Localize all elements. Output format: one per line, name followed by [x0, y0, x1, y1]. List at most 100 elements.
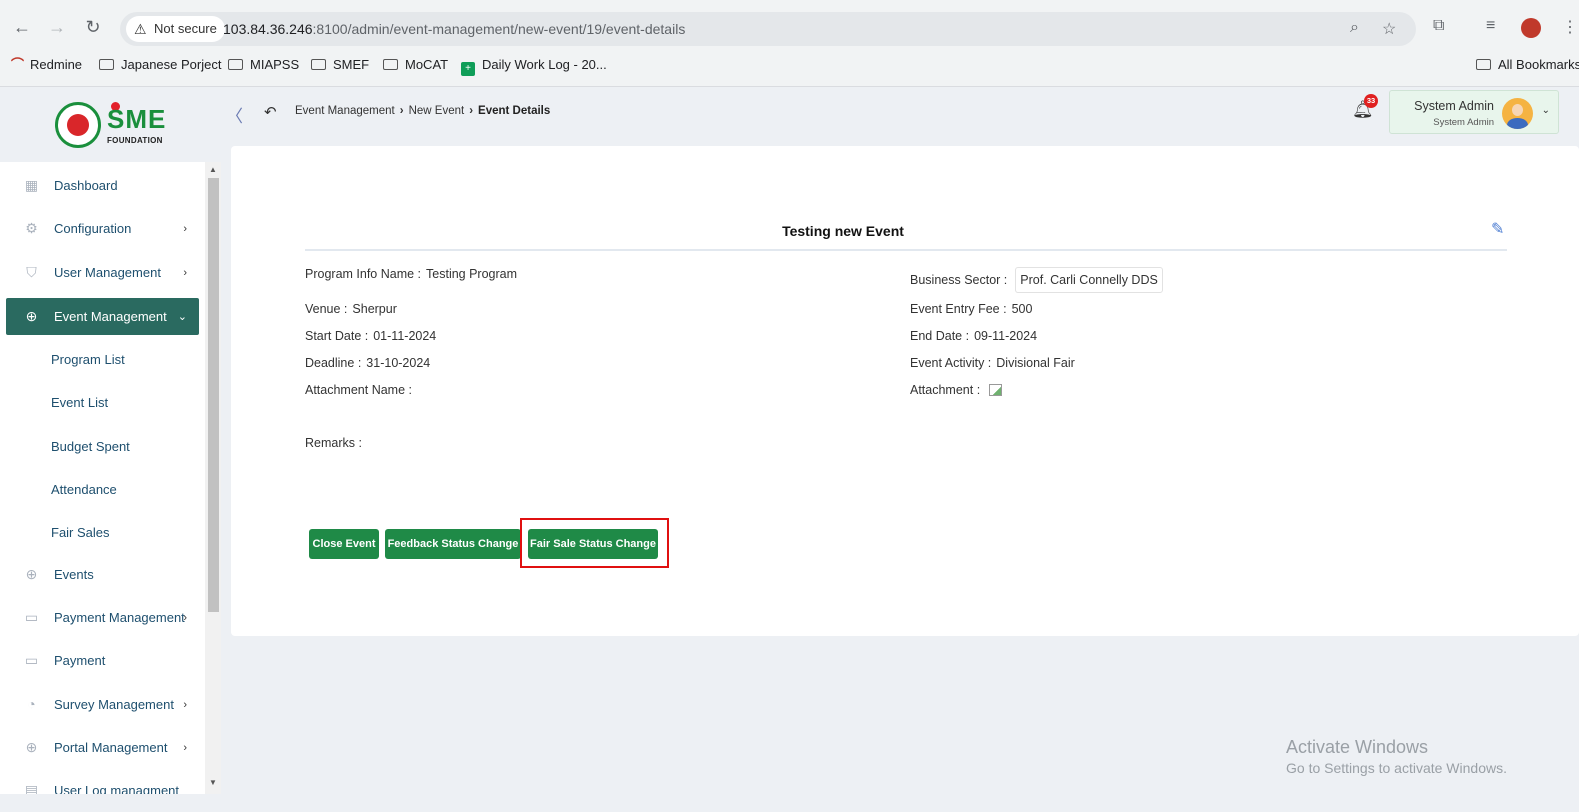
profile-icon[interactable] [1521, 18, 1541, 38]
sidebar-item-events[interactable]: ⊕ Events [6, 556, 199, 593]
field-label: Business Sector : [910, 273, 1008, 287]
bookmark-label: MIAPSS [250, 57, 300, 72]
bookmark-redmine[interactable]: ⌒ Redmine [11, 53, 82, 77]
money-icon: ▭ [24, 652, 39, 668]
broken-image-icon[interactable] [989, 384, 1003, 396]
business-sector-value: Prof. Carli Connelly DDS [1015, 267, 1163, 293]
user-role: System Admin [1433, 117, 1494, 128]
extensions-icon[interactable]: ⧉ [1433, 17, 1444, 35]
security-label: Not secure [154, 21, 217, 36]
bookmark-daily-work-log[interactable]: + Daily Work Log - 20... [461, 53, 607, 77]
sidebar-item-label: Payment Management [54, 610, 185, 625]
sidebar-item-label: Configuration [54, 221, 132, 236]
breadcrumb-new-event[interactable]: New Event [409, 105, 465, 117]
field-value: Sherpur [352, 302, 397, 316]
chevron-right-icon: › [183, 267, 187, 279]
sidebar-subitem-budget-spent[interactable]: Budget Spent [51, 439, 130, 454]
highlight-box [520, 518, 669, 568]
field-label: Deadline : [305, 356, 362, 370]
bookmark-smef[interactable]: SMEF [311, 53, 369, 77]
menu-icon[interactable]: ⋮ [1562, 17, 1578, 37]
url-path: :8100/admin/event-management/new-event/1… [312, 21, 686, 37]
bookmark-label: Japanese Porject [121, 57, 222, 72]
sidebar-item-payment-management[interactable]: ▭ Payment Management › [6, 599, 199, 636]
warning-icon: ⚠ [134, 21, 147, 37]
folder-icon [383, 59, 398, 70]
logo-mark: SME [107, 104, 167, 134]
start-date-field: Start Date : 01-11-2024 [305, 329, 436, 343]
dashboard-icon: ▦ [24, 177, 39, 193]
sidebar-item-event-management[interactable]: ⊕ Event Management ⌄ [6, 298, 199, 335]
sidebar-subitem-program-list[interactable]: Program List [51, 352, 125, 367]
field-value: 500 [1011, 302, 1033, 316]
field-label: Attachment Name : [305, 383, 412, 397]
chevron-right-icon: › [183, 742, 187, 754]
feedback-status-change-button[interactable]: Feedback Status Change [385, 529, 521, 559]
sidebar-item-payment[interactable]: ▭ Payment [6, 642, 199, 679]
scroll-down-icon[interactable]: ▼ [209, 778, 217, 787]
lock-icon: ⊕ [25, 739, 38, 755]
money-icon: ▭ [24, 609, 39, 625]
address-bar[interactable]: ⚠ Not secure 103.84.36.246:8100/admin/ev… [120, 12, 1416, 46]
bookmark-label: SMEF [333, 57, 370, 72]
bookmarks-bar: ⌒ Redmine Japanese Porject MIAPSS SMEF Mo… [0, 53, 1579, 79]
security-chip[interactable]: ⚠ Not secure [126, 16, 225, 42]
sidebar: ▦ Dashboard ⚙ Configuration › ⛉ User Managem… [0, 162, 205, 794]
chevron-right-icon: › [469, 105, 474, 117]
field-label: Attachment : [910, 383, 981, 397]
log-icon: ▤ [24, 782, 39, 794]
field-value: 01-11-2024 [373, 329, 437, 343]
sidebar-item-survey-management[interactable]: ◔ Survey Management › [6, 686, 199, 723]
watermark-line2: Go to Settings to activate Windows. [1286, 760, 1507, 776]
field-label: Event Activity : [910, 356, 992, 370]
redmine-icon: ⌒ [11, 57, 25, 72]
all-bookmarks[interactable]: All Bookmarks [1476, 53, 1579, 77]
breadcrumb-event-management[interactable]: Event Management [295, 105, 395, 117]
sidebar-subitem-event-list[interactable]: Event List [51, 395, 108, 410]
sidebar-item-label: Event Management [54, 309, 167, 324]
url-text[interactable]: 103.84.36.246:8100/admin/event-managemen… [223, 12, 685, 46]
chevron-down-icon: ⌄ [177, 311, 187, 323]
bookmark-miapss[interactable]: MIAPSS [228, 53, 299, 77]
bookmark-japanese-porject[interactable]: Japanese Porject [99, 53, 221, 77]
sidebar-item-label: Payment [54, 653, 106, 668]
star-icon[interactable]: ☆ [1382, 19, 1396, 39]
sidebar-subitem-attendance[interactable]: Attendance [51, 482, 117, 497]
forward-arrow-icon[interactable]: → [45, 15, 69, 39]
scroll-up-icon[interactable]: ▲ [209, 165, 217, 174]
zoom-icon[interactable]: ⌕ [1350, 19, 1359, 37]
edit-icon[interactable]: ✎ [1491, 219, 1504, 239]
close-event-button[interactable]: Close Event [309, 529, 379, 559]
program-info-field: Program Info Name : Testing Program [305, 267, 517, 281]
bookmark-label: MoCAT [405, 57, 449, 72]
folder-icon [311, 59, 326, 70]
field-value: 09-11-2024 [974, 329, 1038, 343]
sidebar-item-dashboard[interactable]: ▦ Dashboard [6, 167, 199, 204]
logo-subtitle: FOUNDATION [107, 136, 163, 145]
watermark-line1: Activate Windows [1286, 737, 1429, 757]
event-activity-field: Event Activity : Divisional Fair [910, 356, 1075, 370]
event-title: Testing new Event [782, 223, 904, 239]
folder-icon [228, 59, 243, 70]
sidebar-item-configuration[interactable]: ⚙ Configuration › [6, 210, 199, 247]
sidebar-scrollbar-thumb[interactable] [208, 178, 219, 612]
lock-icon: ⊕ [25, 566, 38, 582]
bookmark-label: Daily Work Log - 20... [482, 57, 607, 72]
sidebar-item-user-log[interactable]: ▤ User Log managment [6, 772, 199, 794]
back-arrow-icon[interactable]: ← [10, 15, 34, 39]
sidebar-item-label: Dashboard [54, 178, 118, 193]
user-menu[interactable]: System Admin System Admin ⌄ [1389, 90, 1559, 134]
reload-icon[interactable]: ↻ [81, 15, 105, 39]
collapse-sidebar-icon[interactable]: 〈 [226, 102, 243, 127]
field-label: Event Entry Fee : [910, 302, 1007, 316]
media-icon[interactable]: ≡ [1486, 17, 1495, 35]
bookmark-mocat[interactable]: MoCAT [383, 53, 448, 77]
windows-activation-watermark: Activate Windows Go to Settings to activ… [1286, 737, 1507, 776]
divider [305, 249, 1507, 251]
sme-foundation-logo[interactable]: SME FOUNDATION [55, 102, 170, 148]
sidebar-subitem-fair-sales[interactable]: Fair Sales [51, 525, 110, 540]
sidebar-item-portal-management[interactable]: ⊕ Portal Management › [6, 729, 199, 766]
sidebar-item-user-management[interactable]: ⛉ User Management › [6, 254, 199, 291]
folder-icon [1476, 59, 1491, 70]
back-icon[interactable]: ↶ [264, 103, 277, 121]
